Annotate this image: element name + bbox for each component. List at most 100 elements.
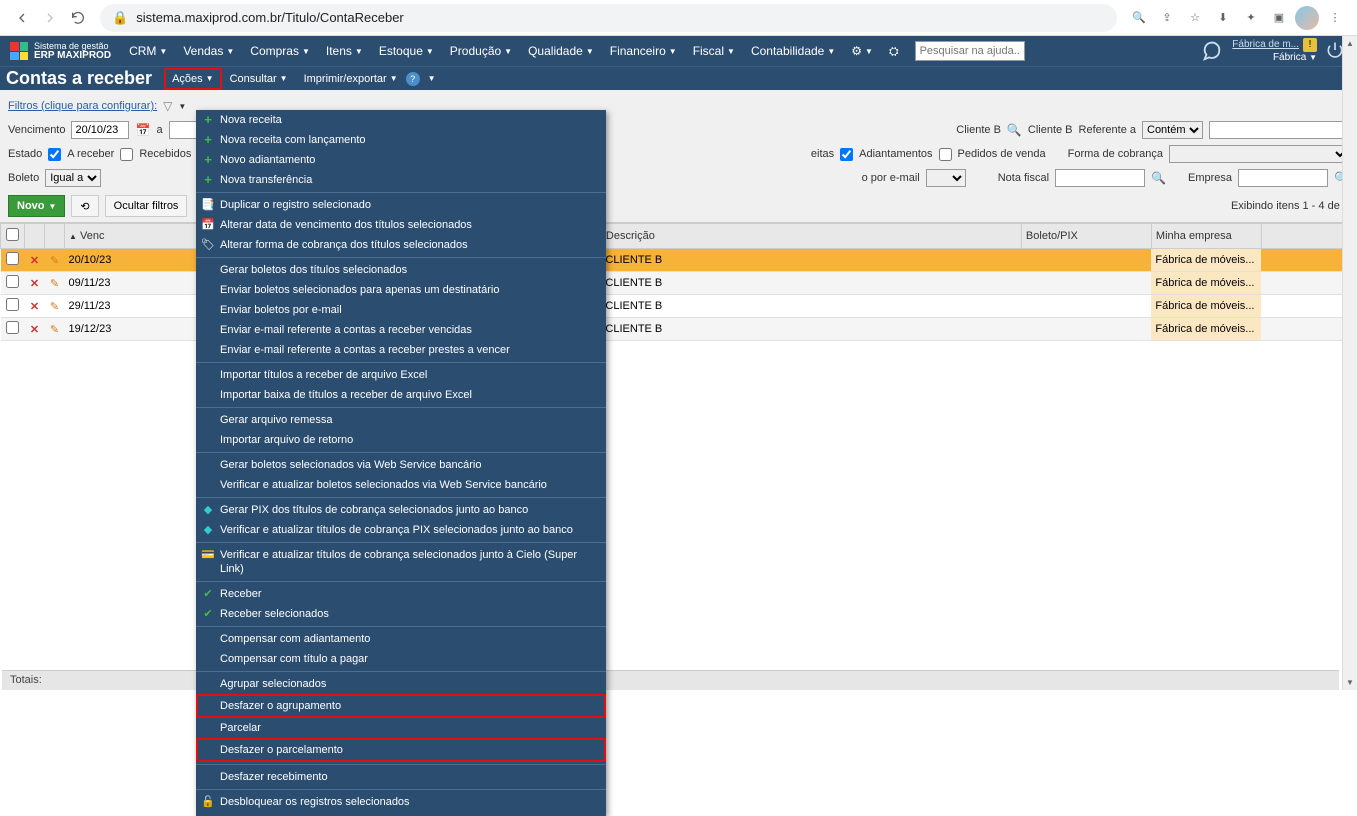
row-checkbox[interactable] <box>6 252 19 265</box>
nav-reload[interactable] <box>64 4 92 32</box>
company-link[interactable]: Fábrica de m... <box>1232 39 1299 50</box>
imprimir-menu[interactable]: Imprimir/exportar▼ <box>296 73 406 85</box>
address-bar[interactable]: 🔒 sistema.maxiprod.com.br/Titulo/ContaRe… <box>100 4 1117 32</box>
col-boleto[interactable]: Boleto/PIX <box>1021 224 1151 249</box>
mi-parcelar[interactable]: Parcelar <box>196 718 606 738</box>
cal-from-icon[interactable]: 📅 <box>135 123 150 137</box>
menu-compras[interactable]: Compras▼ <box>242 36 318 66</box>
mi-gerar-pix[interactable]: ◆Gerar PIX dos títulos de cobrança selec… <box>196 500 606 520</box>
row-checkbox[interactable] <box>6 321 19 334</box>
empresa-input[interactable] <box>1238 169 1328 187</box>
scrollbar-vertical[interactable]: ▲ ▼ <box>1342 36 1357 690</box>
menu-qualidade[interactable]: Qualidade▼ <box>520 36 602 66</box>
col-empresa[interactable]: Minha empresa <box>1151 224 1261 249</box>
mi-comp-pagar[interactable]: Compensar com título a pagar <box>196 649 606 669</box>
share-icon[interactable]: ⇪ <box>1153 4 1181 32</box>
mi-alt-data[interactable]: 📅Alterar data de vencimento dos títulos … <box>196 215 606 235</box>
mi-enviar-boletos-email[interactable]: Enviar boletos por e-mail <box>196 300 606 320</box>
mi-gerar-boletos[interactable]: Gerar boletos dos títulos selecionados <box>196 260 606 280</box>
referente-select[interactable]: Contém <box>1142 121 1203 139</box>
mi-gerar-remessa[interactable]: Gerar arquivo remessa <box>196 410 606 430</box>
mi-verif-ws[interactable]: Verificar e atualizar boletos selecionad… <box>196 475 606 495</box>
col-descr[interactable]: Descrição <box>601 224 1021 249</box>
row-checkbox[interactable] <box>6 275 19 288</box>
delete-icon[interactable]: ✕ <box>30 255 39 267</box>
mi-nova-receita-lanc[interactable]: +Nova receita com lançamento <box>196 130 606 150</box>
menu-estoque[interactable]: Estoque▼ <box>371 36 442 66</box>
row-checkbox[interactable] <box>6 298 19 311</box>
kebab-icon[interactable]: ⋮ <box>1321 4 1349 32</box>
mi-receber-sel[interactable]: ✔Receber selecionados <box>196 604 606 624</box>
refresh-button[interactable]: ⟲ <box>71 195 98 217</box>
mi-nova-transferencia[interactable]: +Nova transferência <box>196 170 606 190</box>
email-select[interactable] <box>926 169 966 187</box>
mi-receber[interactable]: ✔Receber <box>196 584 606 604</box>
filter-dropdown-icon[interactable]: ▼ <box>178 102 186 111</box>
mi-duplicar[interactable]: 📑Duplicar o registro selecionado <box>196 195 606 215</box>
mi-agrupar[interactable]: Agrupar selecionados <box>196 674 606 694</box>
cliente-search-icon[interactable]: 🔍 <box>1007 123 1022 137</box>
mi-gerar-ws[interactable]: Gerar boletos selecionados via Web Servi… <box>196 455 606 475</box>
ocultar-filtros-button[interactable]: Ocultar filtros <box>105 195 188 217</box>
delete-icon[interactable]: ✕ <box>30 324 39 336</box>
menu-financeiro[interactable]: Financeiro▼ <box>602 36 685 66</box>
menu-contabilidade[interactable]: Contabilidade▼ <box>743 36 843 66</box>
referente-input[interactable] <box>1209 121 1349 139</box>
warning-icon[interactable]: ! <box>1303 38 1317 52</box>
edit-icon[interactable]: ✎ <box>50 301 59 313</box>
menu-producao[interactable]: Produção▼ <box>442 36 520 66</box>
nf-input[interactable] <box>1055 169 1145 187</box>
app-logo[interactable]: Sistema de gestãoERP MAXIPROD <box>0 42 121 61</box>
mi-import-baixa[interactable]: Importar baixa de títulos a receber de a… <box>196 385 606 405</box>
nav-forward[interactable] <box>36 4 64 32</box>
more-menu[interactable]: ▼ <box>420 74 444 83</box>
acoes-menu[interactable]: Ações▼ <box>164 68 222 90</box>
mi-desfazer-parc[interactable]: Desfazer o parcelamento <box>196 738 606 762</box>
download-icon[interactable]: ⬇ <box>1209 4 1237 32</box>
select-all-checkbox[interactable] <box>6 228 19 241</box>
mi-desfazer-agrup[interactable]: Desfazer o agrupamento <box>196 694 606 718</box>
nf-search-icon[interactable]: 🔍 <box>1151 171 1166 185</box>
gear-icon[interactable]: ⚙▼ <box>843 36 881 66</box>
mi-import-retorno[interactable]: Importar arquivo de retorno <box>196 430 606 450</box>
adiant-checkbox[interactable] <box>840 148 853 161</box>
edit-icon[interactable]: ✎ <box>50 278 59 290</box>
consultar-menu[interactable]: Consultar▼ <box>222 73 296 85</box>
nav-back[interactable] <box>8 4 36 32</box>
recebidos-checkbox[interactable] <box>120 148 133 161</box>
funnel-icon[interactable]: ▽ <box>163 99 172 113</box>
scroll-up-icon[interactable]: ▲ <box>1343 36 1357 51</box>
scroll-down-icon[interactable]: ▼ <box>1343 675 1357 690</box>
delete-icon[interactable]: ✕ <box>30 301 39 313</box>
mi-email-vencidas[interactable]: Enviar e-mail referente a contas a receb… <box>196 320 606 340</box>
help-search-input[interactable] <box>915 41 1025 61</box>
mi-verif-pix[interactable]: ◆Verificar e atualizar títulos de cobran… <box>196 520 606 540</box>
menu-itens[interactable]: Itens▼ <box>318 36 371 66</box>
mi-desfazer-receb[interactable]: Desfazer recebimento <box>196 767 606 787</box>
mi-desbloquear[interactable]: 🔓Desbloquear os registros selecionados <box>196 792 606 812</box>
mi-alt-forma[interactable]: 🏷Alterar forma de cobrança dos títulos s… <box>196 235 606 255</box>
mi-enviar-boletos-dest[interactable]: Enviar boletos selecionados para apenas … <box>196 280 606 300</box>
ext-icon[interactable]: ✦ <box>1237 4 1265 32</box>
menu-crm[interactable]: CRM▼ <box>121 36 175 66</box>
delete-icon[interactable]: ✕ <box>30 278 39 290</box>
star-icon[interactable]: ☆ <box>1181 4 1209 32</box>
pedidos-checkbox[interactable] <box>939 148 952 161</box>
edit-icon[interactable]: ✎ <box>50 255 59 267</box>
mi-novo-adiantamento[interactable]: +Novo adiantamento <box>196 150 606 170</box>
mi-comp-adiant[interactable]: Compensar com adiantamento <box>196 629 606 649</box>
settings2-icon[interactable]: ⛭ <box>881 36 907 66</box>
help-icon[interactable]: ? <box>406 72 420 86</box>
menu-vendas[interactable]: Vendas▼ <box>175 36 242 66</box>
panel-icon[interactable]: ▣ <box>1265 4 1293 32</box>
zoom-icon[interactable]: 🔍 <box>1125 4 1153 32</box>
mi-nova-receita[interactable]: +Nova receita <box>196 110 606 130</box>
menu-fiscal[interactable]: Fiscal▼ <box>685 36 743 66</box>
edit-icon[interactable]: ✎ <box>50 324 59 336</box>
filters-config-link[interactable]: Filtros (clique para configurar): <box>8 100 157 112</box>
mi-cielo[interactable]: 💳Verificar e atualizar títulos de cobran… <box>196 545 606 579</box>
venc-from-input[interactable] <box>71 121 129 139</box>
chat-icon[interactable] <box>1198 38 1224 64</box>
mi-import-titulos[interactable]: Importar títulos a receber de arquivo Ex… <box>196 365 606 385</box>
boleto-select[interactable]: Igual a <box>45 169 101 187</box>
